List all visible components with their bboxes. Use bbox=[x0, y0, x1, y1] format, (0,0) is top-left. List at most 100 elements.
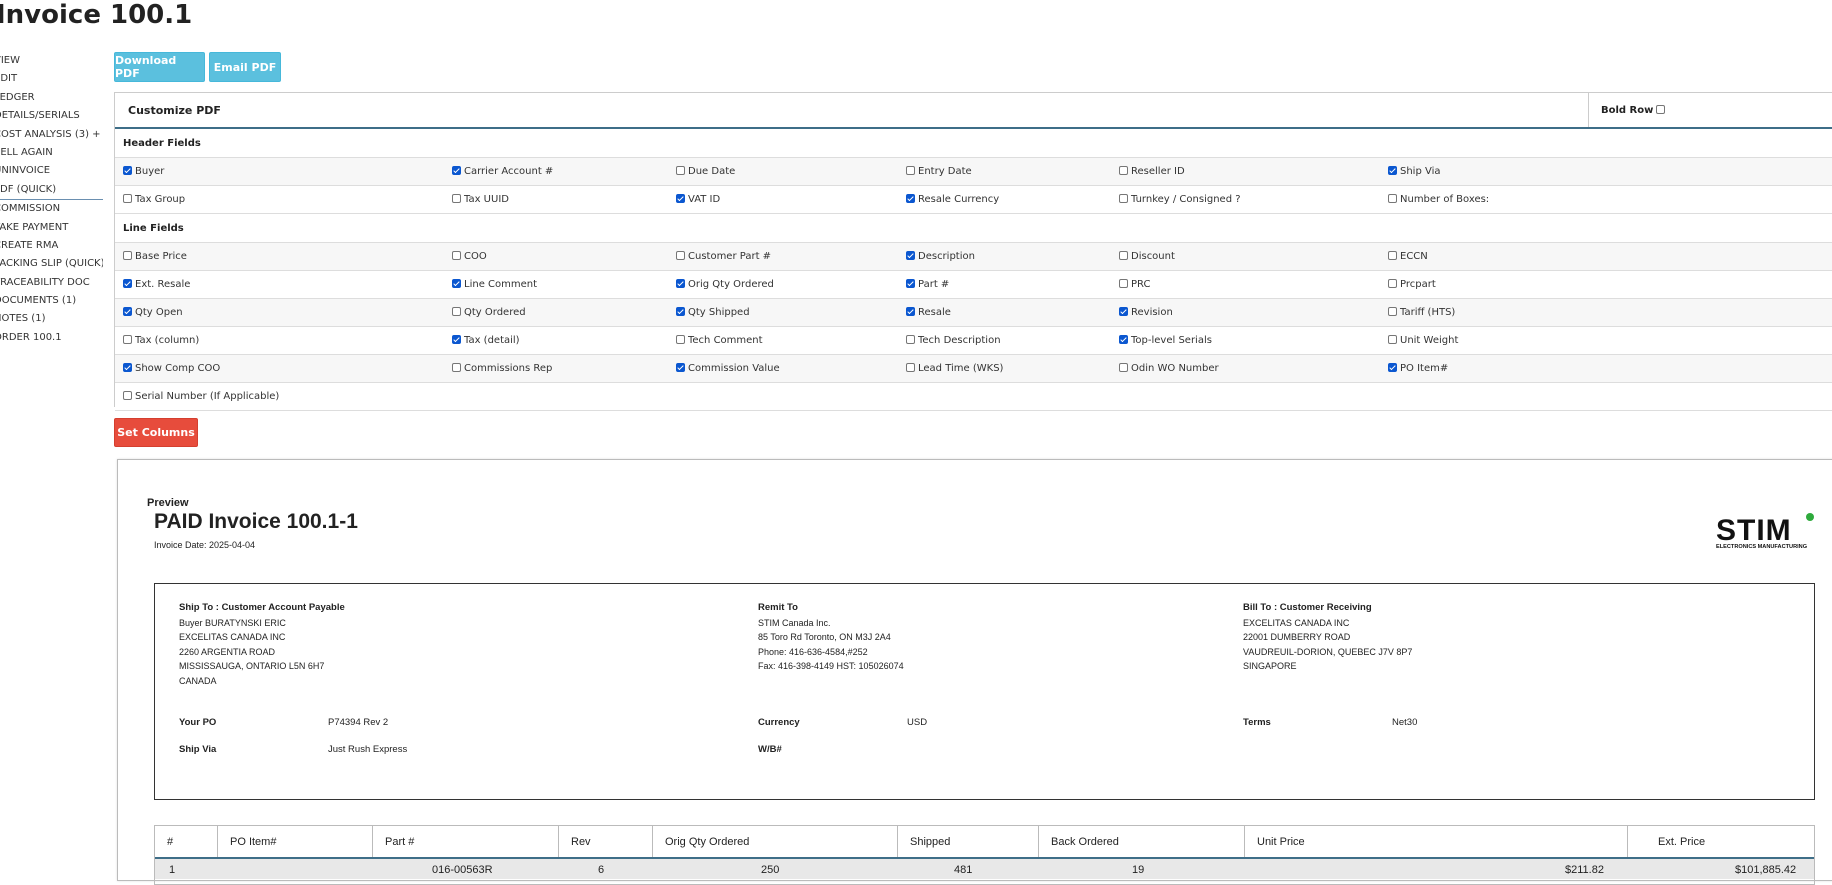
sidebar-item-notes[interactable]: NOTES (1) bbox=[0, 310, 103, 328]
set-columns-button[interactable]: Set Columns bbox=[114, 418, 198, 447]
sidebar-item-commission[interactable]: COMMISSION bbox=[0, 200, 103, 218]
email-pdf-button[interactable]: Email PDF bbox=[209, 52, 281, 82]
checkbox[interactable] bbox=[1119, 166, 1128, 175]
field-option-entry-date[interactable]: Entry Date bbox=[906, 158, 972, 185]
checkbox[interactable] bbox=[1119, 251, 1128, 260]
checkbox[interactable] bbox=[123, 335, 132, 344]
field-option-orig-qty-ordered[interactable]: Orig Qty Ordered bbox=[676, 271, 774, 298]
checkbox[interactable] bbox=[1388, 335, 1397, 344]
sidebar-item-ledger[interactable]: LEDGER bbox=[0, 89, 103, 107]
checkbox[interactable] bbox=[1119, 307, 1128, 316]
field-option-description[interactable]: Description bbox=[906, 243, 975, 270]
field-option-qty-shipped[interactable]: Qty Shipped bbox=[676, 299, 750, 326]
sidebar-item-uninvoice[interactable]: UNINVOICE bbox=[0, 162, 103, 180]
checkbox[interactable] bbox=[452, 363, 461, 372]
field-option-commission-value[interactable]: Commission Value bbox=[676, 355, 780, 382]
checkbox[interactable] bbox=[1388, 194, 1397, 203]
field-option-ext-resale[interactable]: Ext. Resale bbox=[123, 271, 190, 298]
checkbox[interactable] bbox=[1119, 194, 1128, 203]
checkbox[interactable] bbox=[676, 335, 685, 344]
field-option-discount[interactable]: Discount bbox=[1119, 243, 1175, 270]
checkbox[interactable] bbox=[1388, 166, 1397, 175]
field-option-carrier-account[interactable]: Carrier Account # bbox=[452, 158, 553, 185]
sidebar-item-pdf-quick[interactable]: PDF (QUICK) bbox=[0, 181, 103, 201]
field-option-reseller-id[interactable]: Reseller ID bbox=[1119, 158, 1185, 185]
field-option-tax-group[interactable]: Tax Group bbox=[123, 186, 185, 213]
field-option-tax-uuid[interactable]: Tax UUID bbox=[452, 186, 509, 213]
checkbox[interactable] bbox=[1119, 279, 1128, 288]
checkbox[interactable] bbox=[1119, 335, 1128, 344]
checkbox[interactable] bbox=[906, 194, 915, 203]
checkbox[interactable] bbox=[906, 279, 915, 288]
checkbox[interactable] bbox=[452, 166, 461, 175]
field-option-resale-currency[interactable]: Resale Currency bbox=[906, 186, 999, 213]
field-option-eccn[interactable]: ECCN bbox=[1388, 243, 1428, 270]
checkbox[interactable] bbox=[676, 166, 685, 175]
field-option-vat-id[interactable]: VAT ID bbox=[676, 186, 720, 213]
checkbox[interactable] bbox=[676, 251, 685, 260]
field-option-tariff-hts[interactable]: Tariff (HTS) bbox=[1388, 299, 1455, 326]
field-option-customer-part[interactable]: Customer Part # bbox=[676, 243, 771, 270]
field-option-resale[interactable]: Resale bbox=[906, 299, 951, 326]
sidebar-item-take-payment[interactable]: TAKE PAYMENT bbox=[0, 219, 103, 237]
checkbox[interactable] bbox=[123, 194, 132, 203]
checkbox[interactable] bbox=[123, 166, 132, 175]
field-option-tax-column[interactable]: Tax (column) bbox=[123, 327, 199, 354]
checkbox[interactable] bbox=[906, 166, 915, 175]
field-option-po-item[interactable]: PO Item# bbox=[1388, 355, 1448, 382]
field-option-number-of-boxes[interactable]: Number of Boxes: bbox=[1388, 186, 1489, 213]
field-option-unit-weight[interactable]: Unit Weight bbox=[1388, 327, 1458, 354]
checkbox[interactable] bbox=[676, 363, 685, 372]
checkbox[interactable] bbox=[1119, 363, 1128, 372]
checkbox[interactable] bbox=[123, 363, 132, 372]
download-pdf-button[interactable]: Download PDF bbox=[114, 52, 205, 82]
checkbox[interactable] bbox=[676, 194, 685, 203]
sidebar-item-packing-slip[interactable]: PACKING SLIP (QUICK) bbox=[0, 255, 103, 273]
field-option-turnkey-consigned[interactable]: Turnkey / Consigned ? bbox=[1119, 186, 1241, 213]
field-option-due-date[interactable]: Due Date bbox=[676, 158, 735, 185]
field-option-tech-comment[interactable]: Tech Comment bbox=[676, 327, 763, 354]
checkbox[interactable] bbox=[906, 251, 915, 260]
checkbox[interactable] bbox=[1388, 279, 1397, 288]
sidebar-item-view[interactable]: VIEW bbox=[0, 52, 103, 70]
checkbox[interactable] bbox=[906, 363, 915, 372]
field-option-ship-via[interactable]: Ship Via bbox=[1388, 158, 1441, 185]
checkbox[interactable] bbox=[123, 279, 132, 288]
field-option-base-price[interactable]: Base Price bbox=[123, 243, 187, 270]
checkbox[interactable] bbox=[452, 194, 461, 203]
field-option-commissions-rep[interactable]: Commissions Rep bbox=[452, 355, 552, 382]
checkbox[interactable] bbox=[123, 251, 132, 260]
field-option-buyer[interactable]: Buyer bbox=[123, 158, 164, 185]
checkbox[interactable] bbox=[452, 307, 461, 316]
sidebar-item-traceability-doc[interactable]: TRACEABILITY DOC bbox=[0, 274, 103, 292]
checkbox[interactable] bbox=[1388, 307, 1397, 316]
field-option-lead-time-wks[interactable]: Lead Time (WKS) bbox=[906, 355, 1003, 382]
sidebar-item-cost-analysis[interactable]: COST ANALYSIS (3) + bbox=[0, 126, 103, 144]
field-option-prc[interactable]: PRC bbox=[1119, 271, 1150, 298]
sidebar-item-documents[interactable]: DOCUMENTS (1) bbox=[0, 292, 103, 310]
field-option-prcpart[interactable]: Prcpart bbox=[1388, 271, 1436, 298]
checkbox[interactable] bbox=[1388, 363, 1397, 372]
checkbox[interactable] bbox=[906, 307, 915, 316]
field-option-odin-wo-number[interactable]: Odin WO Number bbox=[1119, 355, 1219, 382]
checkbox[interactable] bbox=[123, 391, 132, 400]
field-option-qty-open[interactable]: Qty Open bbox=[123, 299, 183, 326]
field-option-line-comment[interactable]: Line Comment bbox=[452, 271, 537, 298]
checkbox[interactable] bbox=[676, 279, 685, 288]
sidebar-item-order[interactable]: ORDER 100.1 bbox=[0, 329, 103, 347]
bold-row-checkbox[interactable] bbox=[1656, 104, 1666, 114]
checkbox[interactable] bbox=[123, 307, 132, 316]
field-option-top-level-serials[interactable]: Top-level Serials bbox=[1119, 327, 1212, 354]
field-option-tax-detail[interactable]: Tax (detail) bbox=[452, 327, 520, 354]
checkbox[interactable] bbox=[452, 279, 461, 288]
checkbox[interactable] bbox=[676, 307, 685, 316]
field-option-tech-description[interactable]: Tech Description bbox=[906, 327, 1001, 354]
sidebar-item-create-rma[interactable]: CREATE RMA bbox=[0, 237, 103, 255]
sidebar-item-sell-again[interactable]: SELL AGAIN bbox=[0, 144, 103, 162]
sidebar-item-edit[interactable]: EDIT bbox=[0, 70, 103, 88]
field-option-serial-number-if-applicable[interactable]: Serial Number (If Applicable) bbox=[123, 383, 279, 410]
sidebar-item-details-serials[interactable]: DETAILS/SERIALS bbox=[0, 107, 103, 125]
field-option-revision[interactable]: Revision bbox=[1119, 299, 1173, 326]
checkbox[interactable] bbox=[452, 251, 461, 260]
field-option-show-comp-coo[interactable]: Show Comp COO bbox=[123, 355, 220, 382]
